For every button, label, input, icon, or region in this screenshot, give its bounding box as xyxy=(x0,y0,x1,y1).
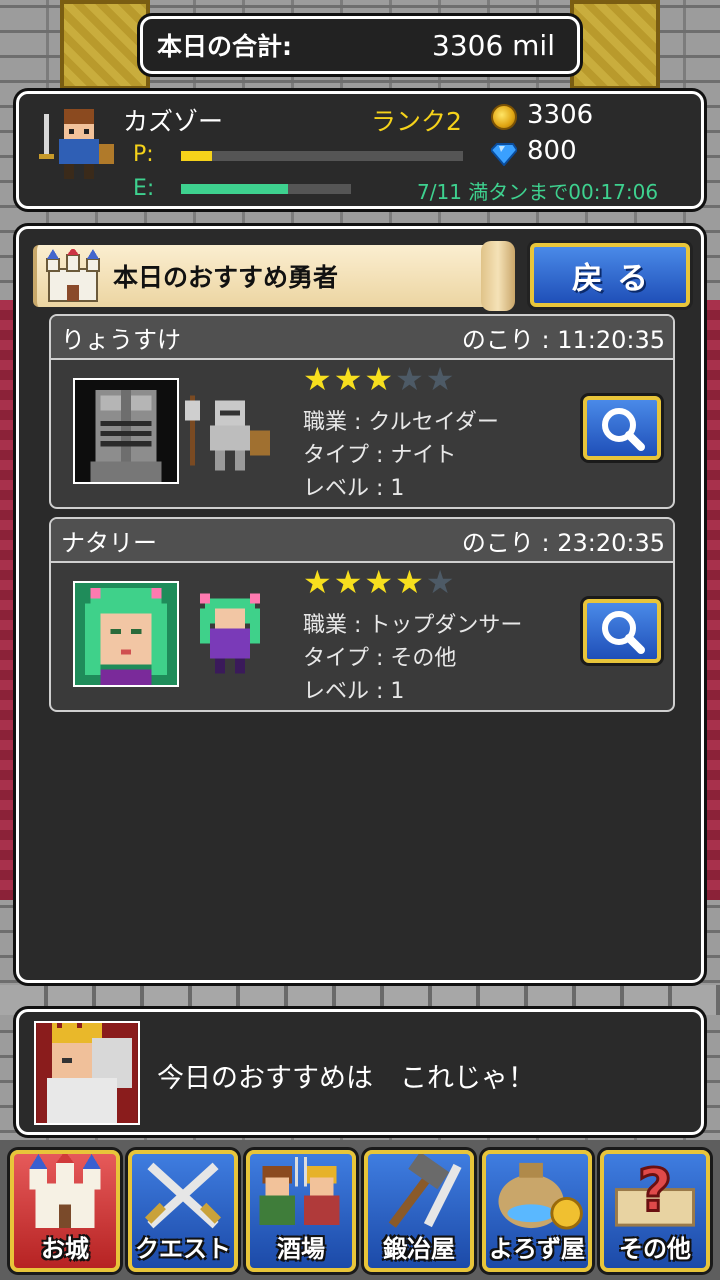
coin-count: 3306 xyxy=(527,100,594,130)
money-bag-icon xyxy=(498,1162,583,1230)
hero-level: レベル : 1 xyxy=(303,476,405,501)
hero-card: ナタリー のこり : 23:20:35 ★ ★ ★ ★ ★ 職業: トップダン… xyxy=(49,517,675,712)
hero-card: りょうすけ のこり : 11:20:35 ★ ★ ★ ★ ★ 職業: クルセイ… xyxy=(49,314,675,509)
nav-quest-button[interactable]: クエスト xyxy=(128,1150,238,1272)
nav-blacksmith-button[interactable]: 鍛冶屋 xyxy=(364,1150,474,1272)
star-filled-icon: ★ xyxy=(395,563,424,601)
question-icon: ? xyxy=(615,1154,695,1227)
nav-other-button[interactable]: ? その他 xyxy=(600,1150,710,1272)
daily-total-bar: 本日の合計: 3306 mil xyxy=(140,16,580,74)
hero-type: タイプ : その他 xyxy=(303,646,457,671)
scroll-roll xyxy=(481,241,515,311)
player-rank: ランク2 xyxy=(371,107,462,136)
tavern-icon xyxy=(259,1156,340,1226)
hero-rarity-stars: ★ ★ ★ ★ ★ xyxy=(303,362,454,396)
hero-card-header: ナタリー のこり : 23:20:35 xyxy=(51,519,673,563)
hero-detail-button[interactable] xyxy=(583,396,661,460)
player-status-panel: カズゾー ランク2 3306 800 P: E: 7/11 満タンまで00:17… xyxy=(16,91,704,209)
nav-label: 鍛冶屋 xyxy=(383,1235,455,1263)
player-name: カズゾー xyxy=(123,107,224,136)
star-filled-icon: ★ xyxy=(333,360,363,398)
daily-total-label: 本日の合計: xyxy=(157,32,292,61)
p-gauge-label: P: xyxy=(133,142,154,167)
nav-label: クエスト xyxy=(135,1235,231,1263)
star-filled-icon: ★ xyxy=(303,360,332,398)
hero-level: レベル : 1 xyxy=(303,679,405,704)
nav-label: 酒場 xyxy=(277,1235,325,1263)
magnifier-icon xyxy=(602,408,645,451)
back-button[interactable]: 戻る xyxy=(530,243,690,307)
hero-portrait xyxy=(73,581,179,687)
player-avatar-icon xyxy=(39,109,114,179)
daily-total-value: 3306 mil xyxy=(432,28,555,62)
hero-job: 職業 : クルセイダー xyxy=(303,410,499,435)
p-gauge xyxy=(181,151,463,161)
hammer-icon xyxy=(388,1154,462,1228)
panel-title: 本日のおすすめ勇者 xyxy=(113,263,339,292)
stamina-timer: 7/11 満タンまで00:17:06 xyxy=(417,180,659,204)
e-gauge-fill xyxy=(181,184,289,194)
swords-icon xyxy=(144,1162,222,1229)
star-empty-icon: ★ xyxy=(425,563,455,601)
bottom-navigation: お城 クエスト 酒場 鍛冶屋 よろず屋 ? その他 xyxy=(10,1150,710,1274)
p-gauge-fill xyxy=(181,151,213,161)
hero-type: タイプ : ナイト xyxy=(303,443,457,468)
svg-text:?: ? xyxy=(638,1155,672,1224)
nav-general-store-button[interactable]: よろず屋 xyxy=(482,1150,592,1272)
hero-remaining-time: のこり : 23:20:35 xyxy=(461,528,665,557)
castle-icon xyxy=(46,249,100,302)
hero-card-header: りょうすけ のこり : 11:20:35 xyxy=(51,316,673,360)
king-message-text: 今日のおすすめは これじゃ！ xyxy=(157,1063,535,1094)
e-gauge-label: E: xyxy=(133,176,155,201)
king-message-panel: 今日のおすすめは これじゃ！ xyxy=(16,1009,704,1135)
hero-portrait xyxy=(73,378,179,484)
star-filled-icon: ★ xyxy=(364,360,394,398)
magnifier-icon xyxy=(602,611,645,654)
nav-tavern-button[interactable]: 酒場 xyxy=(246,1150,356,1272)
coin-icon xyxy=(491,104,517,130)
gem-icon xyxy=(491,143,517,166)
wall-banner-right xyxy=(570,0,660,90)
castle-icon xyxy=(29,1154,101,1229)
wall-curtain-right xyxy=(702,300,720,900)
e-gauge xyxy=(181,184,351,194)
nav-label: その他 xyxy=(619,1235,691,1263)
nav-castle-button[interactable]: お城 xyxy=(10,1150,120,1272)
dancer-sprite-icon xyxy=(200,593,260,674)
nav-label: よろず屋 xyxy=(489,1235,585,1263)
nav-label: お城 xyxy=(41,1235,89,1263)
recommended-heroes-panel: 本日のおすすめ勇者 戻る りょうすけ のこり : 11:20:35 ★ ★ ★ … xyxy=(16,226,704,983)
knight-sprite-icon xyxy=(185,395,270,471)
hero-remaining-time: のこり : 11:20:35 xyxy=(461,325,665,354)
hero-job: 職業 : トップダンサー xyxy=(303,613,523,638)
hero-rarity-stars: ★ ★ ★ ★ ★ xyxy=(303,565,454,599)
hero-detail-button[interactable] xyxy=(583,599,661,663)
title-scroll: 本日のおすすめ勇者 xyxy=(33,241,515,311)
hero-name: ナタリー xyxy=(61,528,157,557)
star-filled-icon: ★ xyxy=(333,563,363,601)
star-filled-icon: ★ xyxy=(364,563,394,601)
star-empty-icon: ★ xyxy=(395,360,424,398)
gem-count: 800 xyxy=(527,136,577,166)
wall-banner-left xyxy=(60,0,150,90)
star-filled-icon: ★ xyxy=(303,563,332,601)
king-portrait xyxy=(34,1021,140,1125)
star-empty-icon: ★ xyxy=(425,360,455,398)
hero-name: りょうすけ xyxy=(61,325,181,354)
